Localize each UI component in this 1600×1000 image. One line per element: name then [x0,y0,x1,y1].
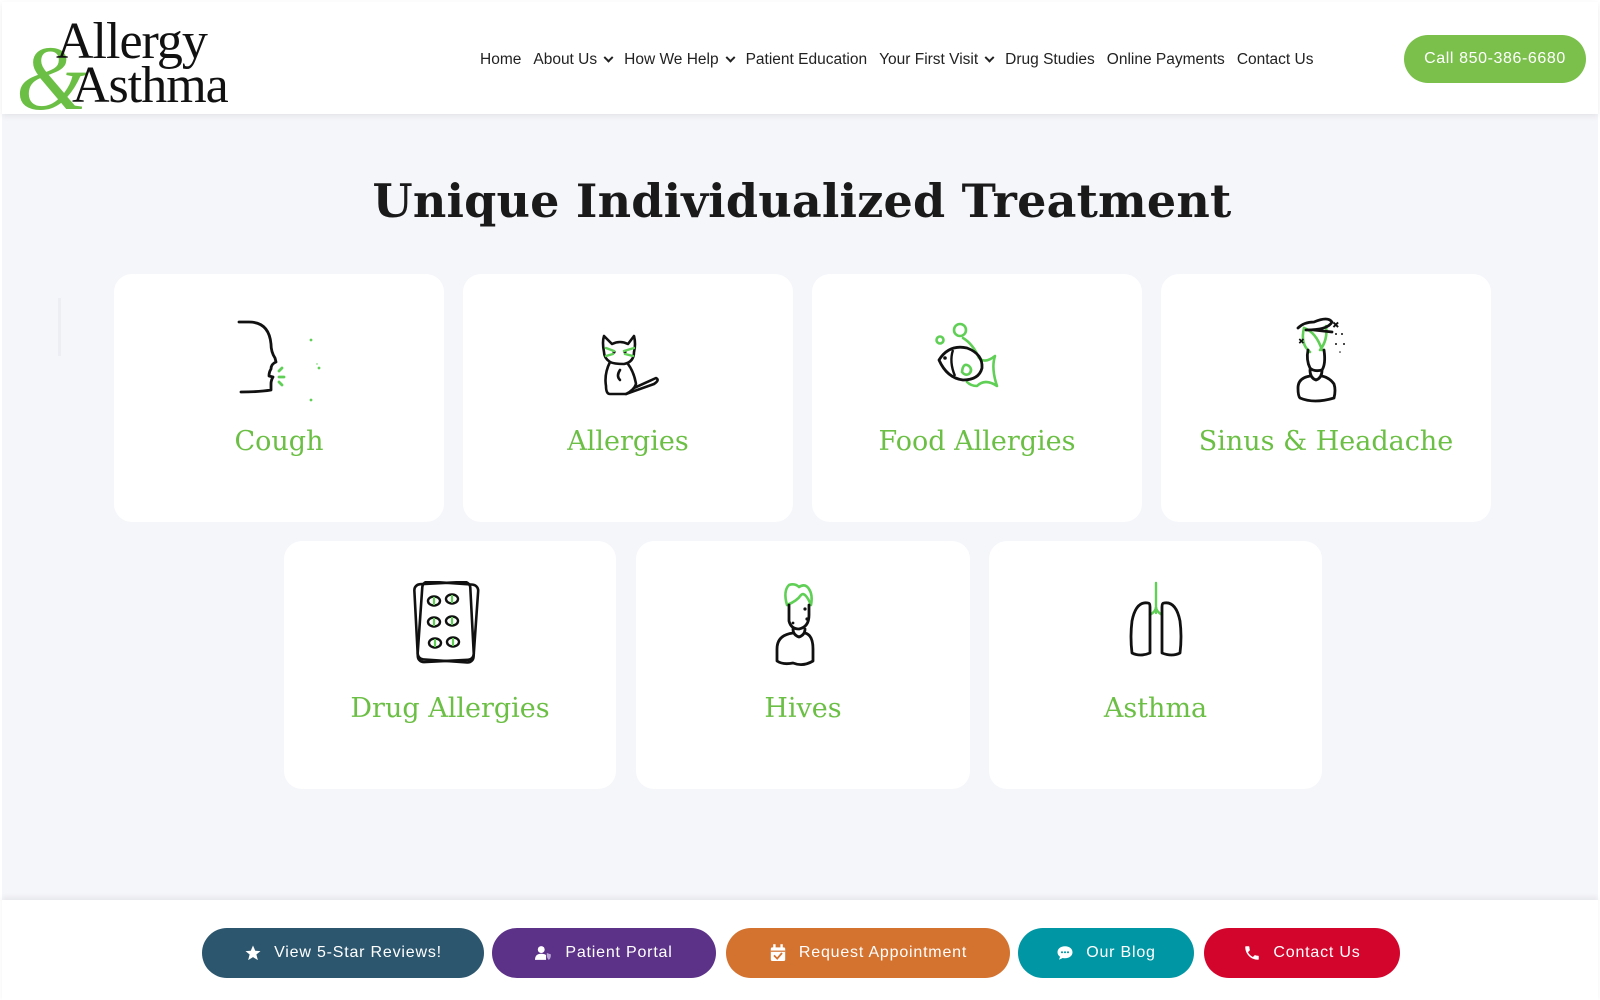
main-nav: Home About Us How We Help Patient Educat… [480,47,1325,73]
card-food-allergies[interactable]: Food Allergies [812,274,1142,522]
patient-portal-button[interactable]: Patient Portal [492,928,716,978]
logo-line-2: Asthma [72,57,229,114]
site-header: & Allergy Asthma Home About Us How We He… [2,2,1598,125]
card-label: Cough [234,426,324,457]
chevron-down-icon [603,52,614,63]
button-label: Contact Us [1273,944,1361,961]
button-label: View 5-Star Reviews! [274,944,442,961]
nav-label: Home [480,51,522,68]
nav-drug-studies[interactable]: Drug Studies [1005,51,1095,69]
card-cough[interactable]: Cough [114,274,444,522]
nav-contact-us[interactable]: Contact Us [1237,51,1314,69]
svg-text:✖: ✖ [1332,321,1340,331]
nav-label: Your First Visit [879,51,979,68]
nav-label: Drug Studies [1005,51,1095,68]
card-sinus-headache[interactable]: ✖ ✖ Sinus & Headache [1161,274,1491,522]
button-label: Patient Portal [565,944,673,961]
phone-icon [1243,944,1261,962]
lungs-icon [1129,581,1182,657]
hives-person-icon [775,583,815,666]
card-label: Asthma [1103,693,1208,724]
logo[interactable]: & Allergy Asthma [16,14,266,125]
card-label: Food Allergies [878,426,1076,457]
card-label: Hives [764,693,842,724]
headache-person-icon: ✖ ✖ [1296,317,1345,403]
card-label: Sinus & Headache [1198,426,1454,457]
view-reviews-button[interactable]: View 5-Star Reviews! [202,928,484,978]
request-appointment-button[interactable]: Request Appointment [726,928,1010,978]
nav-label: About Us [533,51,598,68]
pill-pack-icon [413,581,480,664]
nav-your-first-visit[interactable]: Your First Visit [879,51,995,69]
section-title: Unique Individualized Treatment [372,174,1232,228]
fish-icon [935,322,999,388]
card-allergies[interactable]: Allergies [463,274,793,522]
star-icon [244,944,262,962]
svg-text:✖: ✖ [1298,337,1305,346]
card-label: Drug Allergies [350,693,550,724]
user-shield-icon [535,944,553,962]
card-asthma[interactable]: Asthma [989,541,1322,789]
button-label: Request Appointment [798,944,968,961]
page: & Allergy Asthma Home About Us How We He… [2,2,1598,1000]
cat-icon [601,334,659,396]
quick-links-bar: View 5-Star Reviews! Patient Portal Requ… [2,900,1598,1000]
nav-label: Online Payments [1106,51,1225,68]
card-drug-allergies[interactable]: Drug Allergies [284,541,616,789]
chat-bubble-icon [1056,944,1074,962]
nav-online-payments[interactable]: Online Payments [1107,51,1225,69]
calendar-check-icon [769,944,787,962]
our-blog-button[interactable]: Our Blog [1018,928,1194,978]
side-scroll-hint [58,298,61,356]
nav-home[interactable]: Home [480,51,521,69]
nav-label: Patient Education [745,51,868,68]
nav-patient-education[interactable]: Patient Education [746,51,868,69]
card-hives[interactable]: Hives [636,541,970,789]
call-phone-button[interactable]: Call 850-386-6680 [1404,35,1586,83]
nav-label: How We Help [624,51,719,68]
nav-how-we-help[interactable]: How We Help [624,51,736,69]
chevron-down-icon [725,52,736,63]
button-label: Our Blog [1086,944,1156,961]
contact-us-button[interactable]: Contact Us [1204,928,1400,978]
card-label: Allergies [567,426,689,457]
chevron-down-icon [984,52,995,63]
nav-about-us[interactable]: About Us [533,51,614,69]
cough-face-icon [237,320,321,402]
nav-label: Contact Us [1236,51,1314,68]
